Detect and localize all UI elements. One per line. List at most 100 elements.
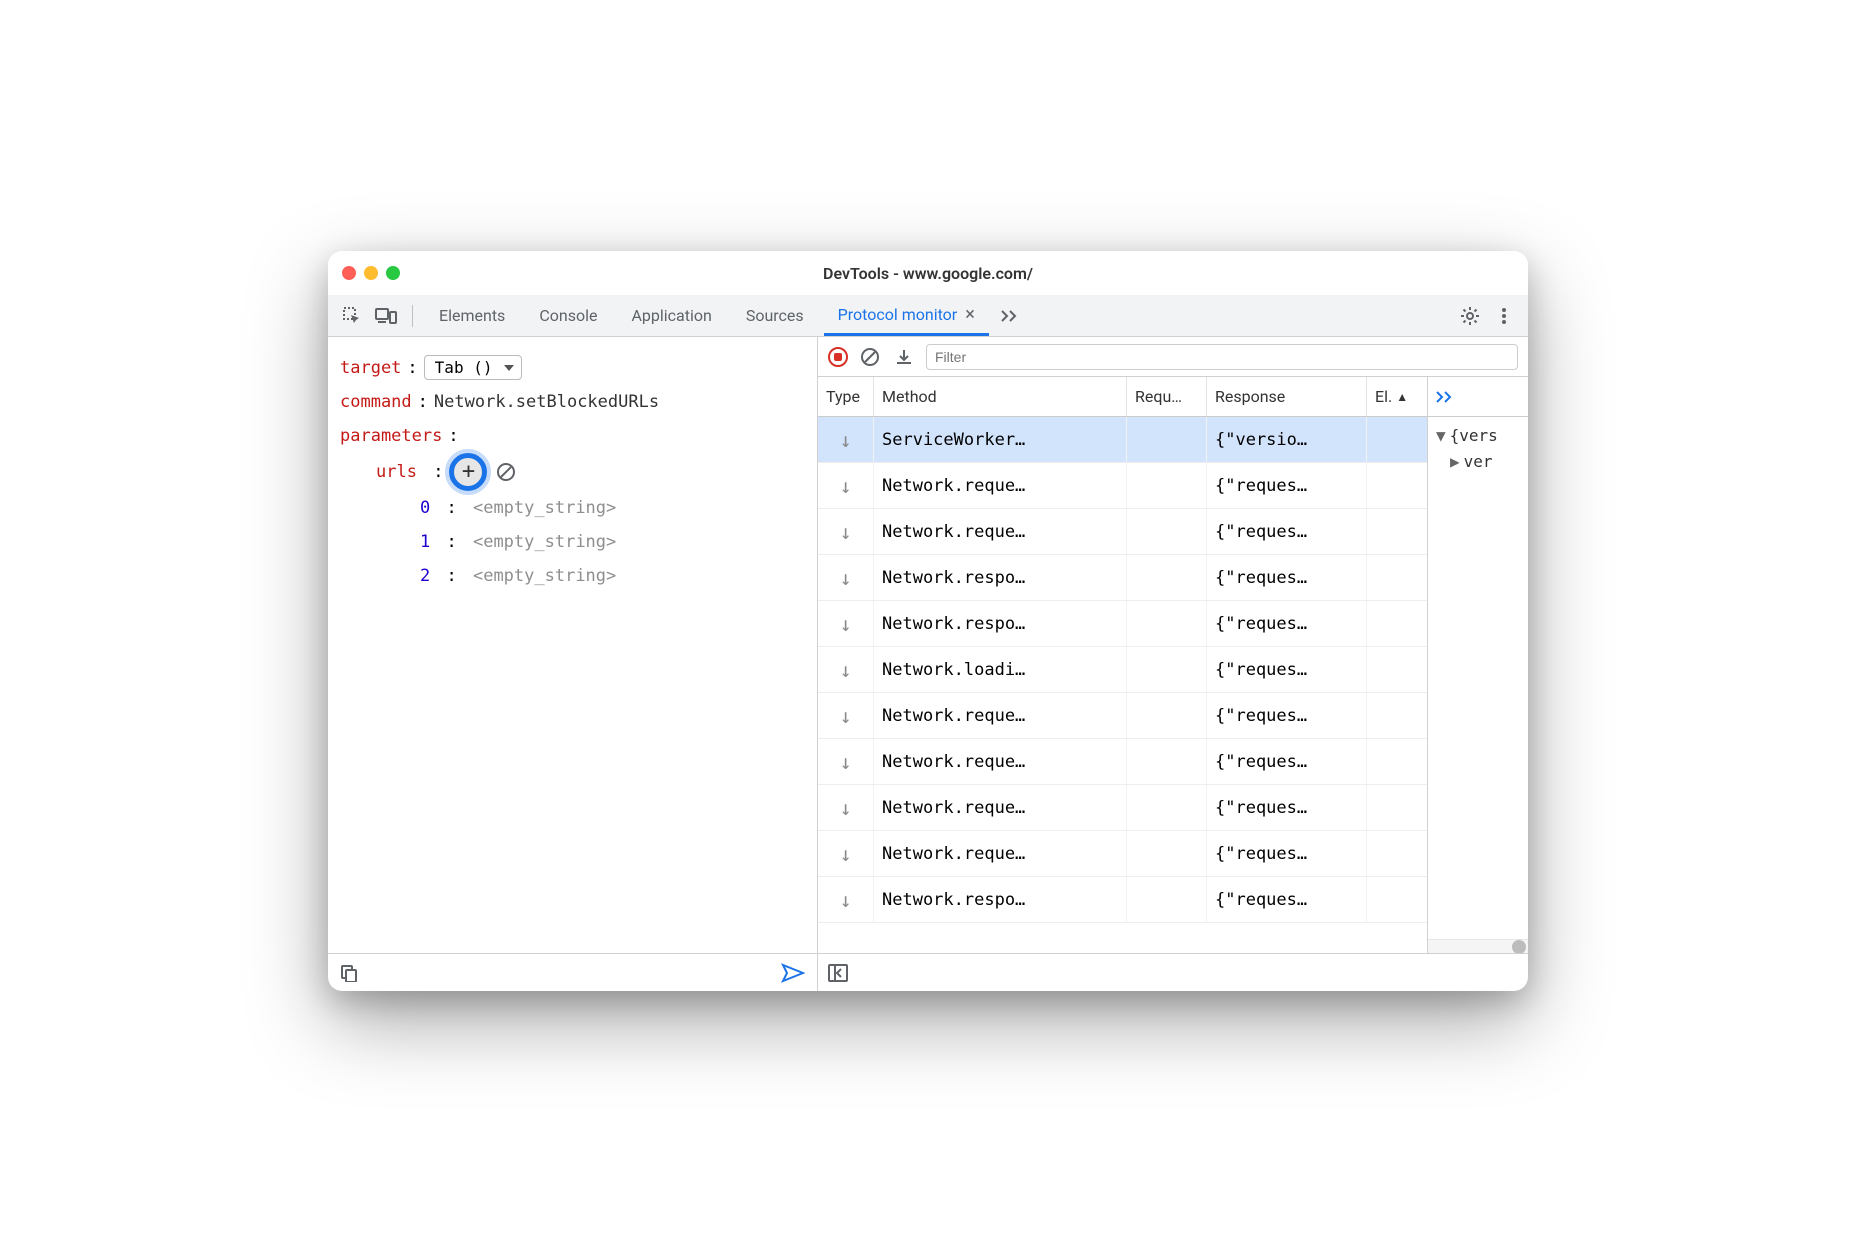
detail-tree[interactable]: ▼{vers ▶ver [1428, 417, 1528, 480]
tab-label: Sources [746, 306, 804, 325]
titlebar: DevTools - www.google.com/ [328, 251, 1528, 295]
record-button[interactable] [828, 347, 848, 367]
cell-request [1127, 463, 1207, 508]
close-tab-icon[interactable]: × [965, 304, 975, 325]
cell-elapsed [1367, 877, 1427, 922]
direction-icon: ↓ [818, 739, 874, 784]
tab-application[interactable]: Application [617, 295, 725, 336]
table-row[interactable]: ↓Network.loadi… {"reques… [818, 647, 1427, 693]
cell-request [1127, 601, 1207, 646]
cell-response: {"reques… [1207, 463, 1367, 508]
item-value: <empty_string> [473, 491, 616, 525]
tab-label: Elements [439, 306, 505, 325]
filter-input[interactable] [926, 344, 1518, 370]
url-item[interactable]: 1 : <empty_string> [340, 525, 805, 559]
scrollbar[interactable] [1428, 939, 1528, 953]
col-request[interactable]: Requ… [1127, 377, 1207, 416]
command-editor-panel: target: Tab () command: Network.setBlock… [328, 337, 818, 991]
cell-request [1127, 417, 1207, 462]
add-url-button[interactable]: + [449, 453, 487, 491]
col-elapsed[interactable]: El.▲ [1367, 377, 1427, 416]
close-window-button[interactable] [342, 266, 356, 280]
devices-icon[interactable] [372, 302, 400, 330]
cell-method: Network.reque… [874, 831, 1127, 876]
table-row[interactable]: ↓ServiceWorker…{"versio… [818, 417, 1427, 463]
divider [412, 305, 413, 327]
cell-request [1127, 647, 1207, 692]
tab-protocol-monitor[interactable]: Protocol monitor × [824, 295, 989, 336]
caret-down-icon[interactable]: ▼ [1436, 426, 1446, 445]
direction-icon: ↓ [818, 785, 874, 830]
table-row[interactable]: ↓Network.reque…{"reques… [818, 831, 1427, 877]
direction-icon: ↓ [818, 417, 874, 462]
command-editor: target: Tab () command: Network.setBlock… [328, 337, 817, 953]
table-row[interactable]: ↓Network.reque…{"reques… [818, 739, 1427, 785]
table-row[interactable]: ↓Network.respo…{"reques… [818, 601, 1427, 647]
direction-icon: ↓ [818, 831, 874, 876]
item-value: <empty_string> [473, 559, 616, 593]
cell-elapsed [1367, 509, 1427, 554]
cell-response: {"reques… [1207, 509, 1367, 554]
protocol-monitor-panel: Type Method Requ… Response El.▲ ↓Service… [818, 337, 1528, 991]
col-response[interactable]: Response [1207, 377, 1367, 416]
cell-elapsed [1367, 463, 1427, 508]
cell-request [1127, 785, 1207, 830]
settings-gear-icon[interactable] [1456, 302, 1484, 330]
target-select[interactable]: Tab () [424, 355, 522, 380]
cell-method: Network.loadi… [874, 647, 1127, 692]
sort-asc-icon: ▲ [1396, 390, 1408, 404]
direction-icon: ↓ [818, 509, 874, 554]
table-row[interactable]: ↓Network.reque…{"reques… [818, 463, 1427, 509]
toggle-panel-icon[interactable] [828, 964, 848, 982]
direction-icon: ↓ [818, 647, 874, 692]
col-method[interactable]: Method [874, 377, 1127, 416]
direction-icon: ↓ [818, 555, 874, 600]
direction-icon: ↓ [818, 463, 874, 508]
caret-right-icon[interactable]: ▶ [1450, 452, 1460, 471]
kebab-menu-icon[interactable] [1490, 302, 1518, 330]
tree-child: ver [1464, 452, 1493, 471]
cell-elapsed [1367, 647, 1427, 692]
table-body[interactable]: ↓ServiceWorker…{"versio…↓Network.reque…{… [818, 417, 1427, 953]
clear-log-button[interactable] [858, 345, 882, 369]
traffic-lights [342, 266, 400, 280]
cell-method: Network.reque… [874, 693, 1127, 738]
url-item[interactable]: 2 : <empty_string> [340, 559, 805, 593]
cell-request [1127, 831, 1207, 876]
cell-response: {"reques… [1207, 647, 1367, 692]
item-index: 2 [420, 559, 430, 593]
main-body: target: Tab () command: Network.setBlock… [328, 337, 1528, 991]
cell-elapsed [1367, 601, 1427, 646]
col-type[interactable]: Type [818, 377, 874, 416]
copy-icon[interactable] [340, 964, 358, 982]
tab-elements[interactable]: Elements [425, 295, 519, 336]
table-header: Type Method Requ… Response El.▲ [818, 377, 1427, 417]
cell-method: Network.reque… [874, 739, 1127, 784]
item-index: 0 [420, 491, 430, 525]
command-value[interactable]: Network.setBlockedURLs [434, 385, 659, 419]
direction-icon: ↓ [818, 693, 874, 738]
more-detail-tabs-icon[interactable] [1436, 391, 1452, 403]
inspect-icon[interactable] [338, 302, 366, 330]
table-row[interactable]: ↓Network.reque…{"reques… [818, 509, 1427, 555]
target-label: target [340, 351, 401, 385]
table-row[interactable]: ↓Network.reque…{"reques… [818, 693, 1427, 739]
clear-urls-button[interactable] [493, 459, 519, 485]
table-row[interactable]: ↓Network.reque…{"reques… [818, 785, 1427, 831]
item-index: 1 [420, 525, 430, 559]
cell-request [1127, 555, 1207, 600]
url-item[interactable]: 0 : <empty_string> [340, 491, 805, 525]
parameters-label: parameters [340, 419, 442, 453]
table-row[interactable]: ↓Network.respo…{"reques… [818, 877, 1427, 923]
detail-tabs [1428, 377, 1528, 417]
download-icon[interactable] [892, 345, 916, 369]
minimize-window-button[interactable] [364, 266, 378, 280]
direction-icon: ↓ [818, 877, 874, 922]
tab-console[interactable]: Console [525, 295, 611, 336]
table-row[interactable]: ↓Network.respo…{"reques… [818, 555, 1427, 601]
tab-sources[interactable]: Sources [732, 295, 818, 336]
more-tabs-icon[interactable] [995, 302, 1023, 330]
cell-elapsed [1367, 693, 1427, 738]
fullscreen-window-button[interactable] [386, 266, 400, 280]
send-command-button[interactable] [781, 963, 805, 983]
